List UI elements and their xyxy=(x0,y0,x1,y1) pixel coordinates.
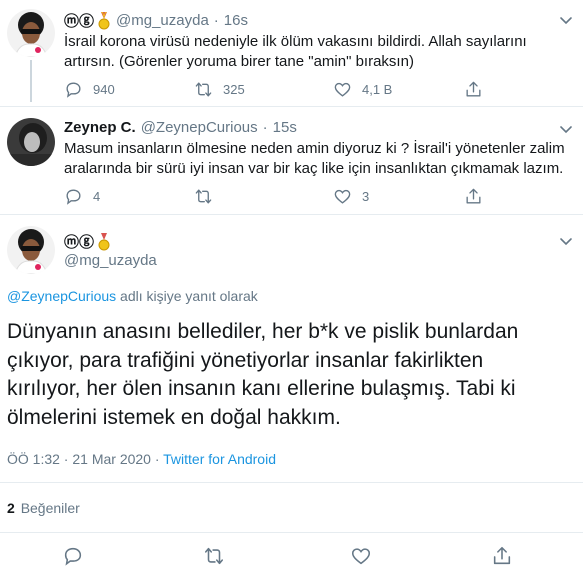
retweet-button[interactable]: 325 xyxy=(194,80,245,99)
tweet-source-link[interactable]: Twitter for Android xyxy=(163,451,276,467)
avatar-mg-uzayda[interactable] xyxy=(7,226,55,274)
tweet-text-line: artırsın. (Görenler yoruma birer tane "a… xyxy=(64,53,414,70)
medal-icon xyxy=(98,232,110,250)
share-button[interactable] xyxy=(464,187,483,206)
like-button[interactable]: 3 xyxy=(333,187,369,206)
retweet-count: 325 xyxy=(223,82,245,97)
handle[interactable]: @mg_uzayda xyxy=(116,12,209,29)
share-button[interactable] xyxy=(464,80,483,99)
reply-count: 940 xyxy=(93,82,115,97)
likes-summary[interactable]: 2 Beğeniler xyxy=(7,500,80,516)
divider xyxy=(0,214,583,215)
timestamp[interactable]: 15s xyxy=(273,119,297,136)
chevron-down-icon[interactable] xyxy=(558,233,574,249)
retweet-icon xyxy=(195,189,212,204)
divider xyxy=(0,532,583,533)
medal-icon xyxy=(98,11,110,29)
tweet-text-line: ölmelerini istemek en doğal hakkım. xyxy=(7,405,341,429)
like-count: 4,1 B xyxy=(362,82,393,97)
display-name[interactable]: ⓜⓖ xyxy=(64,231,94,252)
tweet-text-line: Dünyanın anasını bellediler, her b*k ve … xyxy=(7,320,519,343)
reply-button[interactable]: 940 xyxy=(64,80,115,99)
reply-to-link[interactable]: @ZeynepCurious xyxy=(7,288,116,304)
avatar-mg-uzayda[interactable] xyxy=(7,9,55,57)
tweet-text-line: İsrail korona virüsü nedeniyle ilk ölüm … xyxy=(64,33,527,50)
reply-to-suffix: adlı kişiye yanıt olarak xyxy=(120,288,258,304)
reply-button[interactable]: 4 xyxy=(64,187,100,206)
main-tweet-text: Dünyanın anasını bellediler, her b*k ve … xyxy=(7,318,577,432)
share-icon xyxy=(466,188,481,204)
divider xyxy=(0,482,583,483)
retweet-icon[interactable] xyxy=(203,545,225,567)
separator: · xyxy=(213,12,219,29)
tweet-text-line: Masum insanların ölmesine neden amin diy… xyxy=(64,140,565,157)
divider xyxy=(0,106,583,107)
replying-to: @ZeynepCurious adlı kişiye yanıt olarak xyxy=(7,288,258,304)
tweet-metadata: ÖÖ 1:32 · 21 Mar 2020 · Twitter for Andr… xyxy=(7,451,276,467)
display-name[interactable]: ⓜⓖ xyxy=(64,10,94,31)
reply-icon xyxy=(66,82,81,98)
tweet1-header: ⓜⓖ @mg_uzayda · 16s xyxy=(64,10,248,31)
chevron-down-icon[interactable] xyxy=(558,12,574,28)
heart-icon[interactable] xyxy=(350,545,372,567)
thread-line xyxy=(30,60,32,102)
likes-label: Beğeniler xyxy=(20,500,80,516)
like-button[interactable]: 4,1 B xyxy=(333,80,392,99)
like-count: 3 xyxy=(362,189,370,204)
display-name[interactable]: Zeynep C. xyxy=(64,119,136,136)
reply-icon xyxy=(66,189,81,205)
tweet2-header: Zeynep C. @ZeynepCurious · 15s xyxy=(64,119,297,136)
avatar-zeynep[interactable] xyxy=(7,118,55,166)
tweet-text-line: aralarında bir sürü iyi insan var bir ka… xyxy=(64,160,564,177)
tweet-text-line: kırılıyor, her ölen insanın kanı ellerin… xyxy=(7,377,516,400)
reply-icon[interactable] xyxy=(62,545,84,567)
retweet-icon xyxy=(195,82,212,97)
retweet-button[interactable] xyxy=(194,187,223,206)
handle[interactable]: @mg_uzayda xyxy=(64,252,157,269)
tweet1-text: İsrail korona virüsü nedeniyle ilk ölüm … xyxy=(64,32,574,72)
timestamp[interactable]: 16s xyxy=(224,12,248,29)
handle[interactable]: @ZeynepCurious xyxy=(141,119,258,136)
heart-icon xyxy=(334,82,351,97)
reply-count: 4 xyxy=(93,189,101,204)
tweet2-text: Masum insanların ölmesine neden amin diy… xyxy=(64,139,579,179)
chevron-down-icon[interactable] xyxy=(558,121,574,137)
share-icon xyxy=(466,81,481,97)
main-tweet-name-row: ⓜⓖ xyxy=(64,231,111,252)
heart-icon xyxy=(334,189,351,204)
tweet-datetime[interactable]: ÖÖ 1:32 · 21 Mar 2020 · xyxy=(7,451,163,467)
likes-count: 2 xyxy=(7,500,15,516)
share-icon[interactable] xyxy=(491,545,513,567)
separator: · xyxy=(262,119,268,136)
tweet-text-line: çıkıyor, para trafiğini yönetiyorlar ins… xyxy=(7,348,484,372)
